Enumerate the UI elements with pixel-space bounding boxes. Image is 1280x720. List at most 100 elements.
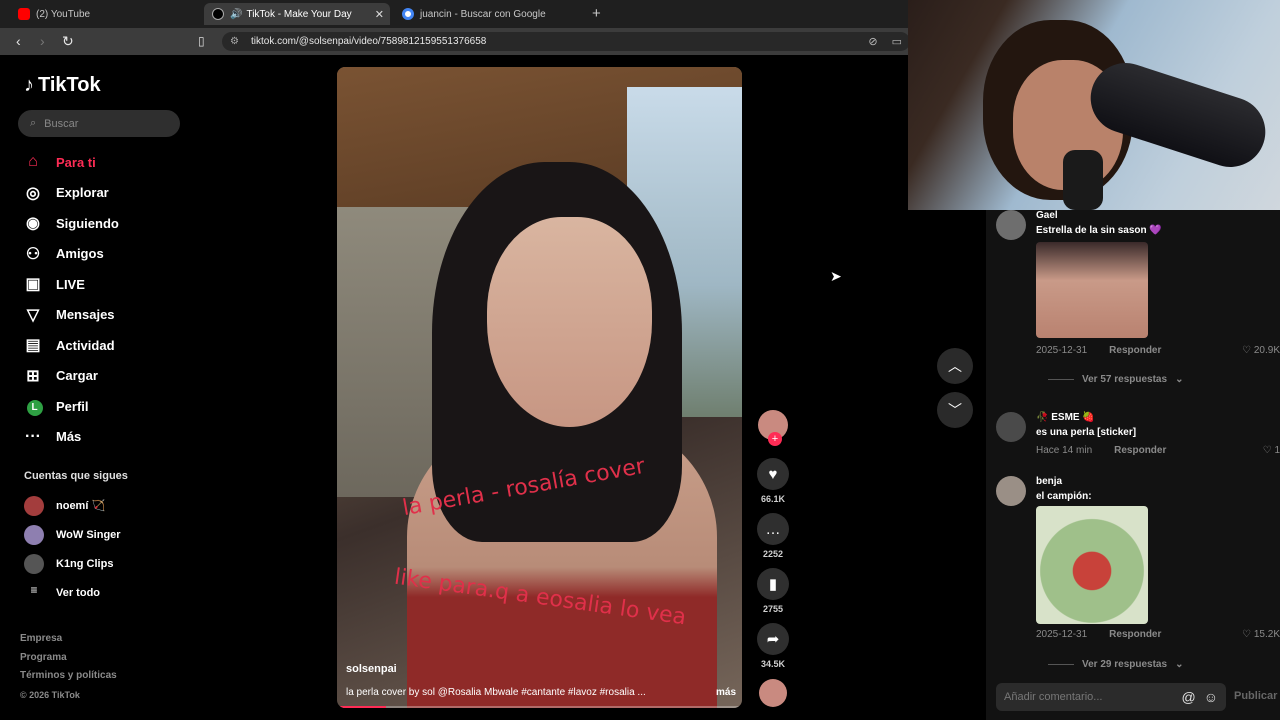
comment-text: es una perla [sticker] <box>1036 427 1137 438</box>
no-cast-icon[interactable]: ⊘ <box>868 35 877 48</box>
compass-icon: ◎ <box>26 184 40 202</box>
divider <box>1048 379 1074 380</box>
comment-likes[interactable]: ♡ 1 <box>1263 445 1280 456</box>
chevron-down-icon[interactable]: ﹀ <box>937 392 973 428</box>
pip-icon[interactable]: ▭ <box>892 35 902 48</box>
sidebar-item-live[interactable]: ▣ LIVE <box>22 269 192 300</box>
sidebar-item-siguiendo[interactable]: ◉ Siguiendo <box>22 208 192 239</box>
close-icon[interactable]: ✕ <box>375 8 384 21</box>
sidebar-item-para-ti[interactable]: ⌂ Para ti <box>22 147 192 178</box>
comment-image[interactable] <box>1036 506 1148 624</box>
bookmark-icon[interactable]: ▯ <box>198 34 205 48</box>
emoji-icon[interactable]: ☺ <box>1204 689 1218 705</box>
sidebar-item-label: Explorar <box>56 185 109 201</box>
publish-button[interactable]: Publicar <box>1234 690 1277 702</box>
sidebar-item-mas[interactable]: ··· Más <box>22 422 192 453</box>
new-tab-button[interactable]: + <box>592 5 601 22</box>
search-placeholder: Buscar <box>44 117 79 130</box>
sidebar-item-amigos[interactable]: ⚇ Amigos <box>22 239 192 270</box>
share-icon: ➦ <box>757 623 789 655</box>
browser-tab-bar: (2) YouTube 🔊 TikTok - Make Your Day ✕ j… <box>0 0 910 28</box>
comment-author[interactable]: 🥀 ESME 🍓 <box>1036 412 1095 423</box>
comment-action[interactable]: … 2252 <box>754 513 792 559</box>
comment-author[interactable]: benja <box>1036 476 1062 487</box>
sidebar-item-explorar[interactable]: ◎ Explorar <box>22 178 192 209</box>
following-item[interactable]: noemí 🏹 <box>24 491 121 520</box>
follow-plus-icon[interactable]: + <box>768 432 782 446</box>
creator-avatar[interactable]: + <box>758 410 788 446</box>
sidebar-item-cargar[interactable]: ⊞ Cargar <box>22 361 192 392</box>
site-settings-icon[interactable]: ⚙ <box>230 36 239 47</box>
comment-meta: Hace 14 min Responder ♡ 1 <box>1036 445 1280 456</box>
comment-item: 🥀 ESME 🍓 es una perla [sticker] Hace 14 … <box>996 412 1280 462</box>
search-icon: ⌕ <box>30 117 37 129</box>
chevron-down-icon: ⌄ <box>1175 374 1184 385</box>
comment-text: Estrella de la sin sason 💜 <box>1036 225 1162 236</box>
reply-button[interactable]: Responder <box>1109 345 1161 356</box>
heart-outline-icon: ♡ <box>1242 345 1252 356</box>
following-icon: ◉ <box>26 215 40 233</box>
reply-button[interactable]: Responder <box>1109 629 1161 640</box>
avatar[interactable] <box>996 476 1026 506</box>
avatar[interactable] <box>996 210 1026 240</box>
footer-link-empresa[interactable]: Empresa <box>20 630 117 649</box>
see-all-label: Ver todo <box>56 586 101 599</box>
avatar <box>24 524 44 545</box>
sound-avatar[interactable] <box>759 679 787 707</box>
sidebar-item-mensajes[interactable]: ▽ Mensajes <box>22 300 192 331</box>
chevron-up-icon[interactable]: ︿ <box>937 348 973 384</box>
comment-author[interactable]: Gael <box>1036 210 1058 221</box>
following-item[interactable]: WoW Singer <box>24 520 121 549</box>
sidebar-item-label: Más <box>56 429 82 445</box>
tab-google[interactable]: juancin - Buscar con Google <box>394 3 584 25</box>
mouse-cursor-icon: ➤ <box>830 268 842 284</box>
back-icon[interactable]: ‹ <box>16 33 21 49</box>
comment-likes[interactable]: ♡ 15.2K <box>1242 629 1280 640</box>
comment-date: Hace 14 min <box>1036 445 1093 456</box>
forward-icon[interactable]: › <box>40 33 45 49</box>
sidebar-item-perfil[interactable]: L Perfil <box>22 391 192 422</box>
comment-likes[interactable]: ♡ 20.9K <box>1242 345 1280 356</box>
reply-button[interactable]: Responder <box>1114 445 1166 456</box>
footer-links: Empresa Programa Términos y políticas © … <box>20 630 117 705</box>
activity-icon: ▤ <box>25 337 41 355</box>
tiktok-favicon-icon <box>212 8 224 20</box>
heart-icon: ♥ <box>757 458 789 490</box>
comment-image[interactable] <box>1036 242 1148 338</box>
video-scene-person-face <box>487 217 652 427</box>
webcam-overlay <box>908 0 1280 210</box>
reload-icon[interactable]: ↻ <box>62 33 74 50</box>
avatar[interactable] <box>996 412 1026 442</box>
comment-like-count: 15.2K <box>1253 629 1280 640</box>
video-progress-bar[interactable] <box>337 706 742 708</box>
speaker-icon: 🔊 <box>230 8 243 20</box>
view-replies-button[interactable]: Ver 29 respuestas ⌄ <box>1048 659 1183 670</box>
comment-text: el campión: <box>1036 491 1092 502</box>
heart-outline-icon: ♡ <box>1242 629 1252 640</box>
search-input[interactable]: ⌕ Buscar <box>18 110 180 137</box>
tab-youtube[interactable]: (2) YouTube <box>10 3 200 25</box>
tab-label: (2) YouTube <box>36 8 91 20</box>
friends-icon: ⚇ <box>25 245 41 263</box>
comment-input[interactable]: Añadir comentario... @ ☺ <box>996 683 1226 711</box>
like-action[interactable]: ♥ 66.1K <box>754 458 792 504</box>
footer-link-terminos[interactable]: Términos y políticas <box>20 667 117 686</box>
video-player[interactable]: la perla - rosalía cover like para.q a e… <box>337 67 742 708</box>
sidebar-item-label: Para ti <box>56 154 96 170</box>
tab-tiktok[interactable]: 🔊 TikTok - Make Your Day ✕ <box>204 3 390 25</box>
video-author[interactable]: solsenpai <box>346 663 397 675</box>
send-icon: ▽ <box>26 306 40 324</box>
chevron-down-icon: ⌄ <box>1175 659 1184 670</box>
comment-meta: 2025-12-31 Responder ♡ 20.9K <box>1036 345 1280 356</box>
more-link[interactable]: más <box>716 687 736 698</box>
mention-icon[interactable]: @ <box>1181 689 1195 705</box>
tiktok-logo[interactable]: ♪ TikTok <box>24 74 101 97</box>
view-replies-button[interactable]: Ver 57 respuestas ⌄ <box>1048 374 1183 385</box>
share-action[interactable]: ➦ 34.5K <box>754 623 792 669</box>
address-bar[interactable]: ⚙ tiktok.com/@solsenpai/video/7589812159… <box>222 32 910 51</box>
save-action[interactable]: ▮ 2755 <box>754 568 792 614</box>
footer-link-programa[interactable]: Programa <box>20 649 117 668</box>
sidebar-item-actividad[interactable]: ▤ Actividad <box>22 330 192 361</box>
following-item[interactable]: K1ng Clips <box>24 549 121 578</box>
see-all-following[interactable]: ≡ Ver todo <box>24 578 121 607</box>
